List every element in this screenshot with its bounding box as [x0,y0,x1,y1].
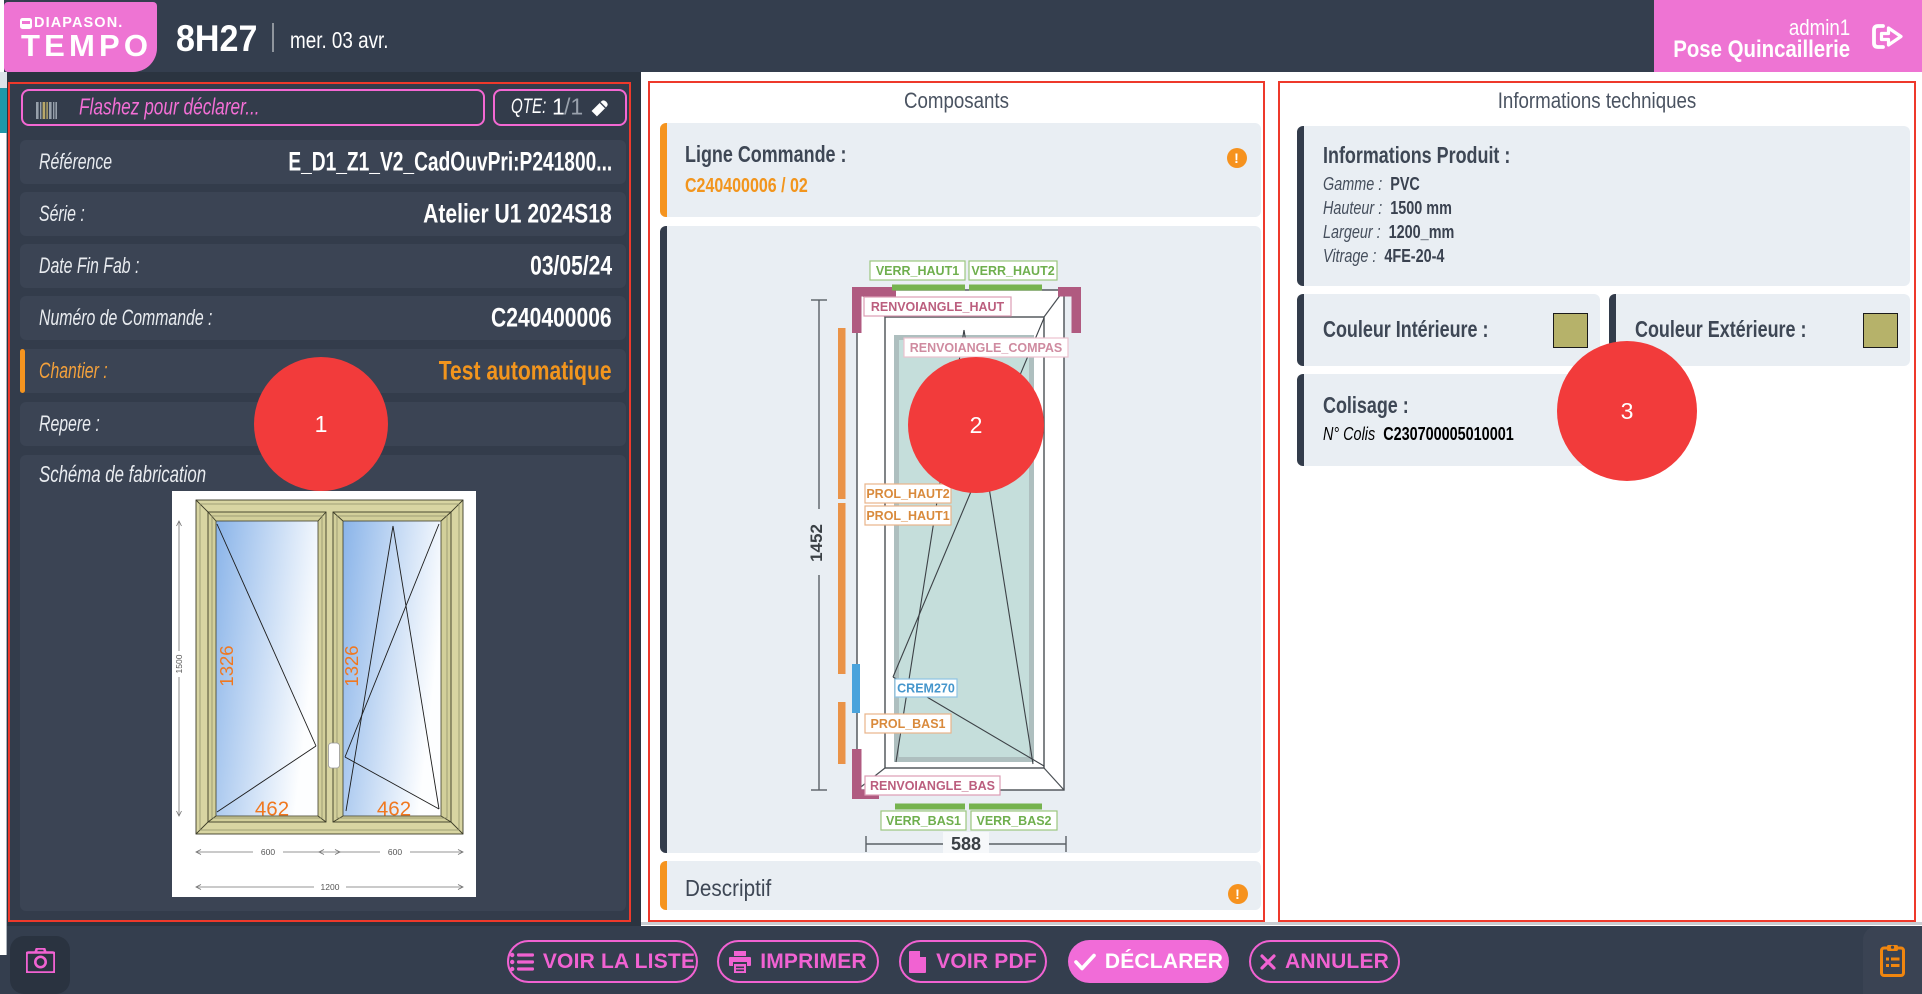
svg-text:VERR_BAS1: VERR_BAS1 [885,814,960,828]
svg-text:600: 600 [260,847,274,857]
svg-text:462: 462 [376,797,410,820]
svg-text:VERR_HAUT2: VERR_HAUT2 [971,264,1054,278]
svg-text:PROL_HAUT1: PROL_HAUT1 [866,509,949,523]
svg-text:1200: 1200 [320,882,339,892]
svg-text:RENVOIANGLE_COMPAS: RENVOIANGLE_COMPAS [909,341,1062,355]
svg-text:1500: 1500 [174,654,184,673]
svg-text:1452: 1452 [807,524,826,562]
svg-text:588: 588 [950,834,980,853]
svg-text:PROL_BAS1: PROL_BAS1 [870,717,945,731]
svg-text:1326: 1326 [216,645,237,686]
svg-text:1326: 1326 [341,645,362,686]
svg-text:PROL_HAUT2: PROL_HAUT2 [866,487,949,501]
svg-text:RENVOIANGLE_BAS: RENVOIANGLE_BAS [869,779,994,793]
svg-text:VERR_HAUT1: VERR_HAUT1 [875,264,958,278]
svg-text:RENVOIANGLE_HAUT: RENVOIANGLE_HAUT [870,300,1004,314]
svg-text:600: 600 [387,847,401,857]
svg-text:CREM270: CREM270 [897,681,955,695]
svg-text:VERR_BAS2: VERR_BAS2 [976,814,1051,828]
svg-text:462: 462 [254,797,288,820]
